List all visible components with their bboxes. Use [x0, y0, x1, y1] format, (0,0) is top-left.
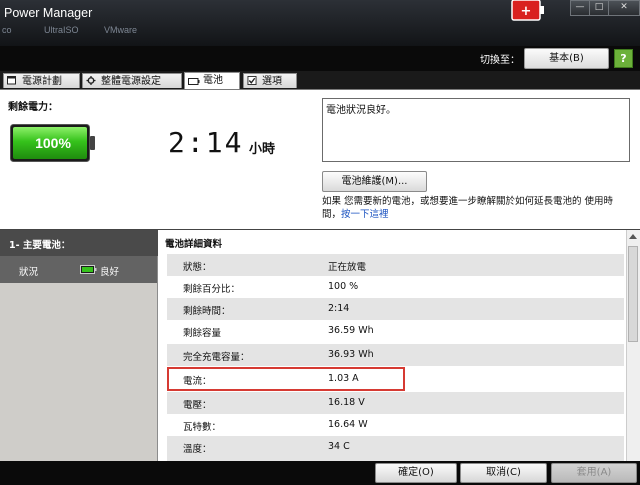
battery-maintenance-button[interactable]: 電池維護(M)... [322, 171, 427, 192]
detail-value: 36.93 Wh [328, 349, 374, 360]
detail-label: 溫度： [183, 444, 212, 455]
mode-switch-button[interactable]: 基本(B) [524, 48, 609, 69]
cancel-button[interactable]: 取消(C) [460, 463, 547, 483]
details-title: 電池詳細資料 [165, 239, 223, 250]
minimize-button[interactable]: — [570, 0, 590, 16]
tab-label: 選項 [262, 76, 282, 87]
battery-state-label: 狀況 [19, 267, 39, 278]
detail-value: 16.64 W [328, 419, 368, 430]
desktop-ghost-label: co [2, 25, 12, 35]
detail-label: 完全充電容量： [183, 352, 250, 363]
battery-info-text: 如果 您需要新的電池，或想要進一步瞭解關於如何延長電池的 使用時間，按一下這裡 [322, 195, 632, 221]
tab-global-power-settings[interactable]: 整體電源設定 [82, 73, 182, 88]
switch-label: 切換至： [480, 55, 520, 66]
tab-power-plan[interactable]: 電源計劃 [3, 73, 80, 88]
detail-value: 36.59 Wh [328, 325, 374, 336]
desktop-ghost-label: UltraISO [44, 25, 79, 35]
help-button[interactable]: ? [614, 49, 633, 68]
battery-status-text: 電池狀況良好。 [326, 105, 396, 116]
desktop-ghost-label: VMware [104, 25, 138, 35]
detail-label: 剩餘容量 [183, 328, 222, 339]
app-title: Power Manager [4, 6, 93, 20]
detail-label: 狀態： [183, 262, 212, 273]
remaining-power-label: 剩餘電力： [8, 102, 58, 113]
close-button[interactable]: ✕ [608, 0, 640, 16]
apply-button[interactable]: 套用(A) [551, 463, 637, 483]
tab-label: 電池 [203, 75, 223, 86]
svg-text:+: + [521, 4, 532, 19]
scroll-up-arrow-icon[interactable] [628, 233, 638, 241]
battery-percent: 100% [35, 135, 71, 151]
remaining-time: 2:14 [168, 126, 244, 159]
click-here-link[interactable]: 按一下這裡 [341, 209, 389, 220]
maximize-button[interactable]: □ [589, 0, 609, 16]
gear-icon [86, 76, 96, 85]
tab-label: 電源計劃 [22, 76, 62, 87]
detail-row: 剩餘百分比： 100 % [167, 276, 624, 298]
scrollbar-thumb[interactable] [628, 246, 638, 342]
detail-value: 2:14 [328, 303, 350, 314]
battery-icon [188, 78, 200, 85]
power-plan-icon [7, 76, 16, 85]
tab-label: 整體電源設定 [101, 76, 161, 87]
detail-row: 溫度： 34 C [167, 436, 624, 461]
current-row-highlight [167, 367, 405, 391]
detail-label: 剩餘百分比： [183, 284, 241, 295]
detail-value: 100 % [328, 281, 359, 292]
tab-options[interactable]: 選項 [243, 73, 297, 88]
primary-battery-label: 1- 主要電池： [9, 240, 71, 251]
detail-label: 瓦特數： [183, 422, 222, 433]
checkbox-icon [247, 76, 257, 85]
detail-value: 16.18 V [328, 397, 365, 408]
detail-row: 瓦特數： 16.64 W [167, 414, 624, 436]
detail-value: 34 C [328, 441, 350, 452]
detail-row: 剩餘時間： 2:14 [167, 298, 624, 320]
detail-label: 電壓： [183, 400, 212, 411]
power-manager-battery-icon: + [511, 0, 544, 21]
remaining-time-unit: 小時 [249, 142, 276, 157]
tab-battery[interactable]: 電池 [184, 72, 240, 90]
detail-label: 剩餘時間： [183, 306, 231, 317]
detail-row: 完全充電容量： 36.93 Wh [167, 344, 624, 366]
detail-value: 正在放電 [328, 262, 367, 273]
detail-row: 電壓： 16.18 V [167, 392, 624, 414]
battery-good-icon [80, 265, 97, 274]
battery-state-value: 良好 [100, 267, 120, 278]
ok-button[interactable]: 確定(O) [375, 463, 457, 483]
detail-row: 狀態： 正在放電 [167, 254, 624, 276]
detail-row: 剩餘容量 36.59 Wh [167, 320, 624, 342]
